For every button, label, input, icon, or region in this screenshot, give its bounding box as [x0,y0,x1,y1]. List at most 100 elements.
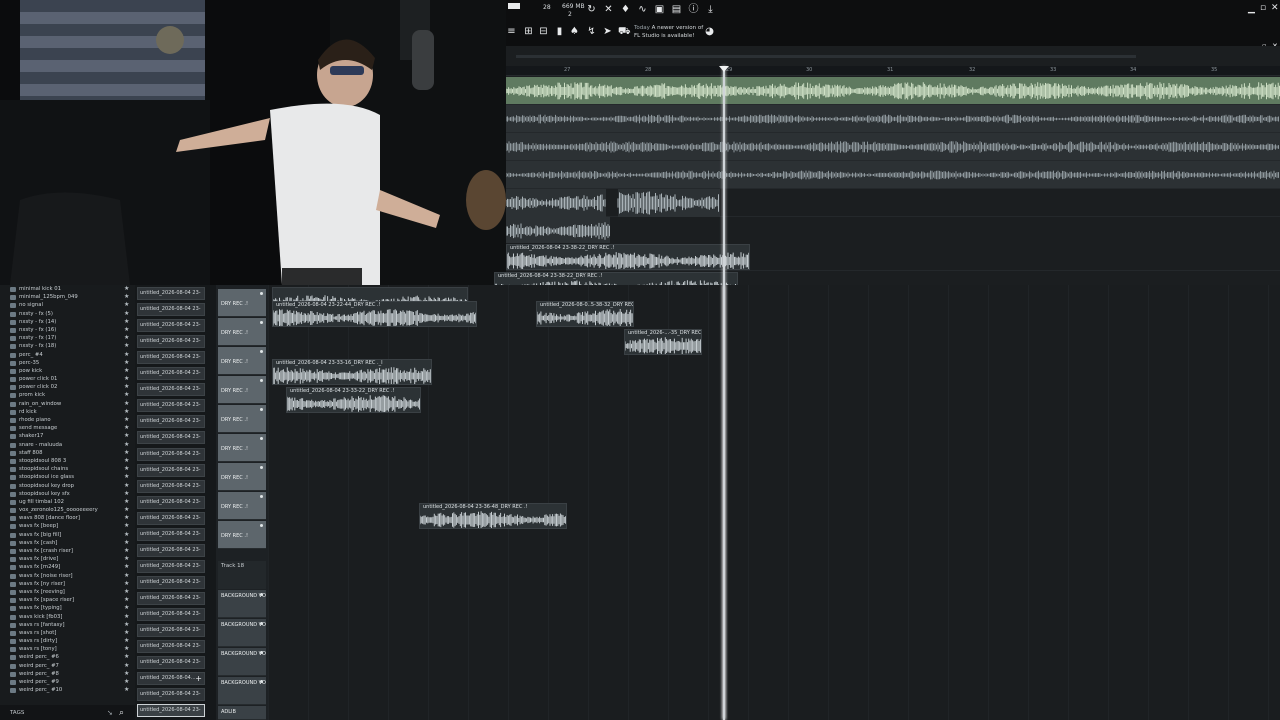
star-icon[interactable]: ★ [124,285,129,293]
star-icon[interactable]: ★ [124,563,129,571]
mute-indicator[interactable] [260,466,263,469]
browser-item[interactable]: minimal kick 01 ★ [0,285,135,293]
browser-item[interactable]: send message ★ [0,424,135,432]
track-header-background-vocal[interactable]: BACKGROUND VOCAL [218,590,266,618]
mute-indicator[interactable] [260,651,263,654]
star-icon[interactable]: ★ [124,637,129,645]
browser-item[interactable]: weird perc_ #8 ★ [0,670,135,678]
star-icon[interactable]: ★ [124,408,129,416]
playlist-icon[interactable]: ↯ [586,26,597,37]
timeline-ruler[interactable]: 27 28 29 30 31 32 33 34 35 [506,66,1280,76]
browser-item[interactable]: wavs rs [shot] ★ [0,629,135,637]
star-icon[interactable]: ★ [124,441,129,449]
browser-item[interactable]: nxsty - fx (14) ★ [0,318,135,326]
star-icon[interactable]: ★ [124,621,129,629]
browser-item[interactable]: shaker17 ★ [0,432,135,440]
mute-indicator[interactable] [260,321,263,324]
star-icon[interactable]: ★ [124,473,129,481]
star-icon[interactable]: ★ [124,367,129,375]
star-icon[interactable]: ★ [124,629,129,637]
fl-logo-icon[interactable] [508,3,520,9]
clip-source-button[interactable]: untitled_2026-08-04 23- [137,608,205,621]
star-icon[interactable]: ★ [124,522,129,530]
track-lane[interactable] [505,105,1280,133]
star-icon[interactable]: ★ [124,653,129,661]
metronome-icon[interactable]: ✕ [603,4,614,15]
maximize-icon[interactable]: ▫ [1260,4,1266,13]
clip-source-button[interactable]: untitled_2026-08-04 23- [137,527,205,541]
browser-item[interactable]: ug fill timbal 102 ★ [0,498,135,506]
star-icon[interactable]: ★ [124,678,129,686]
tags-label[interactable]: TAGS [10,710,24,716]
browser-item[interactable]: weird perc_ #9 ★ [0,678,135,686]
track-header-background-vocal[interactable]: BACKGROUND VOCAL [218,619,266,647]
track-lane[interactable] [505,189,1280,217]
star-icon[interactable]: ★ [124,580,129,588]
browser-item[interactable]: wavs rs [fantasy] ★ [0,621,135,629]
snap-icon[interactable]: ∿ [637,4,648,15]
star-icon[interactable]: ★ [124,604,129,612]
browser-item[interactable]: nxsty - fx (5) ★ [0,310,135,318]
browser-item[interactable]: weird perc_ #6 ★ [0,653,135,661]
browser-item[interactable]: wavs fx [space riser] ★ [0,596,135,604]
browser-item[interactable]: wavs fx [typing] ★ [0,604,135,612]
star-icon[interactable]: ★ [124,359,129,367]
track-lane[interactable] [505,133,1280,161]
audio-clip[interactable]: untitled_2026-08-04 23-38-22_DRY REC .! [506,244,750,270]
mixer-icon[interactable]: ≡ [506,26,517,37]
clip-source-button[interactable]: untitled_2026-08-04... + [137,672,205,686]
mute-indicator[interactable] [260,680,263,683]
audio-clip[interactable]: untitled_2026-08-04 23-22-44_DRY REC .! [272,301,477,327]
star-icon[interactable]: ★ [124,432,129,440]
browser-item[interactable]: wavs kick [fb03] ★ [0,613,135,621]
track-header-track-18[interactable]: Track 18 [218,561,266,589]
browser-item[interactable]: wavs 808 [dance floor] ★ [0,514,135,522]
mute-indicator[interactable] [260,622,263,625]
star-icon[interactable]: ★ [124,531,129,539]
clip-source-button[interactable]: untitled_2026-08-04 23- [137,415,205,429]
clip-source-button[interactable]: untitled_2026-08-04 23- [137,559,205,573]
star-icon[interactable]: ★ [124,482,129,490]
track-header-dry-rec[interactable]: DRY REC .! [218,492,266,520]
star-icon[interactable]: ★ [124,375,129,383]
star-icon[interactable]: ★ [124,383,129,391]
audio-clip[interactable]: untitled_2026-...-35_DRY REC .! [624,329,702,355]
track-header-adlib[interactable]: ADLIB [218,706,266,720]
clip-source-button[interactable]: untitled_2026-08-04 23- [137,447,205,461]
clip-source-button[interactable]: untitled_2026-08-04 23- [137,431,205,445]
star-icon[interactable]: ★ [124,645,129,653]
browser-item[interactable]: wavs fx [cash] ★ [0,539,135,547]
star-icon[interactable]: ★ [124,449,129,457]
clip-source-button[interactable]: untitled_2026-08-04 23- [137,640,205,654]
track-lane[interactable] [505,217,1280,245]
browser-item[interactable]: power click 02 ★ [0,383,135,391]
star-icon[interactable]: ★ [124,596,129,604]
track-header-background-vocal[interactable]: BACKGROUND VOCAL [218,648,266,676]
browser-item[interactable]: prom kick ★ [0,391,135,399]
browser-item[interactable]: wavs rs [dirty] ★ [0,637,135,645]
clip-source-button[interactable]: untitled_2026-08-04 23- [137,367,205,381]
update-icon[interactable]: ◕ [704,26,715,37]
star-icon[interactable]: ★ [124,490,129,498]
clip-source-button[interactable]: untitled_2026-08-04 23- [137,591,205,605]
close-icon[interactable]: ✕ [1271,4,1279,13]
clip-source-button[interactable]: untitled_2026-08-04 23- [137,335,205,349]
star-icon[interactable]: ★ [124,572,129,580]
browser-item[interactable]: vox_zeronolo125_ooooeeeery ★ [0,506,135,514]
clip-source-button[interactable]: untitled_2026-08-04 23- [137,351,205,365]
browser-item[interactable]: minimal_125bpm_049 ★ [0,293,135,301]
star-icon[interactable]: ★ [124,613,129,621]
clip-source-button[interactable]: untitled_2026-08-04 23- [137,399,205,413]
mic-icon[interactable]: ♦ [620,4,631,15]
browser-item[interactable]: weird perc_ #10 ★ [0,686,135,694]
star-icon[interactable]: ★ [124,555,129,563]
clip-source-button[interactable]: untitled_2026-08-04 23- [137,495,205,509]
clip-source-button[interactable]: untitled_2026-08-04 23- [137,479,205,493]
track-lane[interactable] [505,161,1280,189]
browser-item[interactable]: stoopidsoul ice glass ★ [0,473,135,481]
browser-item[interactable]: rain_on_window ★ [0,400,135,408]
star-icon[interactable]: ★ [124,416,129,424]
browser-item[interactable]: perc-35 ★ [0,359,135,367]
channel-rack-icon[interactable]: ⊞ [523,26,534,37]
clip-source-button[interactable]: untitled_2026-08-04 23- [137,303,205,317]
